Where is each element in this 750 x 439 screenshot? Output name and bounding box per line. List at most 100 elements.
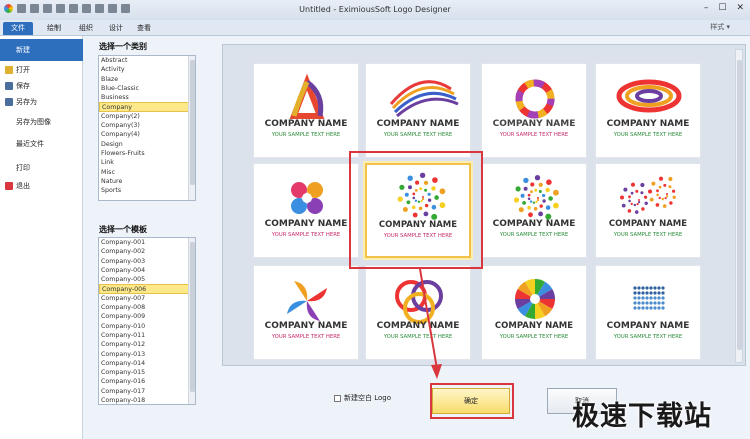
template-item[interactable]: Company-010 (99, 322, 195, 331)
template-item[interactable]: Company-005 (99, 275, 195, 284)
menu-open-label: 打开 (16, 66, 30, 74)
logo-template-card[interactable]: COMPANY NAME YOUR SAMPLE TEXT HERE (595, 163, 701, 258)
logo-gallery: COMPANY NAME YOUR SAMPLE TEXT HERE COMPANY… (222, 44, 746, 366)
template-item[interactable]: Company-001 (99, 238, 195, 247)
logo-template-card[interactable]: COMPANY NAME YOUR SAMPLE TEXT HERE (253, 163, 359, 258)
blank-logo-option[interactable]: 新建空白 Logo (334, 393, 391, 403)
category-item[interactable]: Design (99, 140, 195, 149)
selection-panel: 选择一个类别 Abstract Activity Blaze Blue-Classic… (83, 36, 213, 439)
template-item[interactable]: Company-008 (99, 303, 195, 312)
template-item[interactable]: Company-012 (99, 340, 195, 349)
company-name-text: COMPANY NAME (492, 219, 576, 229)
title-bar: Untitled - EximiousSoft Logo Designer – … (0, 0, 750, 20)
tab-file[interactable]: 文件 (3, 22, 33, 35)
menu-save-as-label: 另存为 (16, 98, 37, 106)
category-item[interactable]: Blue-Classic (99, 84, 195, 93)
template-item[interactable]: Company-007 (99, 294, 195, 303)
sample-text: YOUR SAMPLE TEXT HERE (499, 132, 569, 138)
gallery-scroll-thumb[interactable] (737, 60, 742, 350)
save-disk-icon (5, 82, 13, 90)
template-item[interactable]: Company-018 (99, 396, 195, 404)
template-item[interactable]: Company-009 (99, 312, 195, 321)
company-name-text: COMPANY NAME (608, 219, 688, 229)
category-list[interactable]: Abstract Activity Blaze Blue-Classic Busines… (98, 55, 196, 201)
highlight-selected-template (349, 151, 483, 269)
tab-organize[interactable]: 组织 (72, 22, 100, 35)
sample-text: YOUR SAMPLE TEXT HERE (613, 132, 683, 138)
sample-text: YOUR SAMPLE TEXT HERE (383, 132, 453, 138)
menu-save-as[interactable]: 另存为 (0, 95, 83, 109)
logo-template-card[interactable]: COMPANY NAME YOUR SAMPLE TEXT HERE (481, 63, 587, 158)
blank-logo-label: 新建空白 Logo (344, 394, 392, 402)
category-scrollbar[interactable] (188, 56, 195, 200)
blank-logo-checkbox[interactable] (334, 394, 341, 402)
template-item[interactable]: Company-006 (99, 284, 195, 294)
menu-save[interactable]: 保存 (0, 79, 83, 93)
logo-template-card[interactable]: COMPANY NAME YOUR SAMPLE TEXT HERE (481, 265, 587, 360)
category-item[interactable]: Company(4) (99, 130, 195, 139)
logo-template-card[interactable]: COMPANY NAME YOUR SAMPLE TEXT HERE (595, 63, 701, 158)
category-item[interactable]: Company (99, 102, 195, 112)
tab-design[interactable]: 设计 (102, 22, 130, 35)
template-item[interactable]: Company-013 (99, 350, 195, 359)
logo-template-card[interactable]: COMPANY NAME YOUR SAMPLE TEXT HERE (253, 63, 359, 158)
template-item[interactable]: Company-004 (99, 266, 195, 275)
pointer-arrow (419, 268, 442, 379)
hearts-flower-logo (291, 182, 323, 214)
site-watermark: 极速下载站 (572, 401, 712, 432)
category-item[interactable]: Flowers-Fruits (99, 149, 195, 158)
category-scroll-thumb[interactable] (190, 60, 195, 185)
rainbow-ring-logo (515, 79, 555, 119)
logo-template-card[interactable]: COMPANY NAME YOUR SAMPLE TEXT HERE (365, 63, 471, 158)
logo-template-card[interactable]: COMPANY NAME YOUR SAMPLE TEXT HERE (253, 265, 359, 360)
wing-stripes-logo (389, 80, 459, 118)
category-item[interactable]: Company(3) (99, 121, 195, 130)
category-item[interactable]: Business (99, 93, 195, 102)
pinwheel-logo (287, 281, 327, 321)
template-item[interactable]: Company-015 (99, 368, 195, 377)
category-item[interactable]: Link (99, 158, 195, 167)
template-list[interactable]: Company-001 Company-002 Company-003 Company… (98, 237, 196, 405)
template-scroll-thumb[interactable] (190, 242, 195, 392)
sample-text: YOUR SAMPLE TEXT HERE (499, 334, 569, 340)
category-item[interactable]: Misc (99, 168, 195, 177)
category-item[interactable]: Blaze (99, 75, 195, 84)
dot-spirals-logo (620, 176, 676, 214)
template-item[interactable]: Company-011 (99, 331, 195, 340)
logo-template-card[interactable]: COMPANY NAME YOUR SAMPLE TEXT HERE (595, 265, 701, 360)
menu-open[interactable]: 打开 (0, 63, 83, 77)
minimize-button[interactable]: – (704, 3, 709, 13)
template-item[interactable]: Company-002 (99, 247, 195, 256)
menu-exit[interactable]: 退出 (0, 179, 83, 193)
dot-swirl-logo (513, 175, 559, 220)
maximize-button[interactable]: ☐ (718, 3, 726, 13)
template-item[interactable]: Company-016 (99, 377, 195, 386)
category-item[interactable]: Sports (99, 186, 195, 195)
orbit-swirl-logo (616, 79, 682, 113)
category-item[interactable]: Company(2) (99, 112, 195, 121)
file-menu-panel: 新建 打开 保存 另存为 另存为图像 最近文件 打印 退出 (0, 36, 83, 439)
menu-recent-files-label: 最近文件 (16, 140, 44, 148)
menu-new[interactable]: 新建 (0, 39, 83, 61)
category-item[interactable]: Activity (99, 65, 195, 74)
menu-save-as-image-label: 另存为图像 (16, 118, 51, 126)
menu-print[interactable]: 打印 (0, 161, 83, 175)
category-item[interactable]: Nature (99, 177, 195, 186)
category-item[interactable]: Abstract (99, 56, 195, 65)
template-item[interactable]: Company-003 (99, 257, 195, 266)
menu-save-as-image[interactable]: 另存为图像 (0, 115, 83, 129)
ok-button[interactable]: 确定 (432, 388, 510, 414)
tab-draw[interactable]: 绘制 (40, 22, 68, 35)
ribbon-tabs: 文件 绘制 组织 设计 查看 样式 ▾ (0, 20, 750, 36)
style-dropdown[interactable]: 样式 ▾ (710, 22, 730, 32)
template-item[interactable]: Company-017 (99, 387, 195, 396)
tab-view[interactable]: 查看 (130, 22, 158, 35)
sample-text: YOUR SAMPLE TEXT HERE (271, 334, 341, 340)
template-scrollbar[interactable] (188, 238, 195, 404)
menu-recent-files[interactable]: 最近文件 (0, 137, 83, 151)
logo-template-card[interactable]: COMPANY NAME YOUR SAMPLE TEXT HERE (481, 163, 587, 258)
close-button[interactable]: ✕ (736, 3, 744, 13)
window-controls: – ☐ ✕ (704, 3, 744, 13)
gallery-scrollbar[interactable] (735, 49, 743, 363)
template-item[interactable]: Company-014 (99, 359, 195, 368)
